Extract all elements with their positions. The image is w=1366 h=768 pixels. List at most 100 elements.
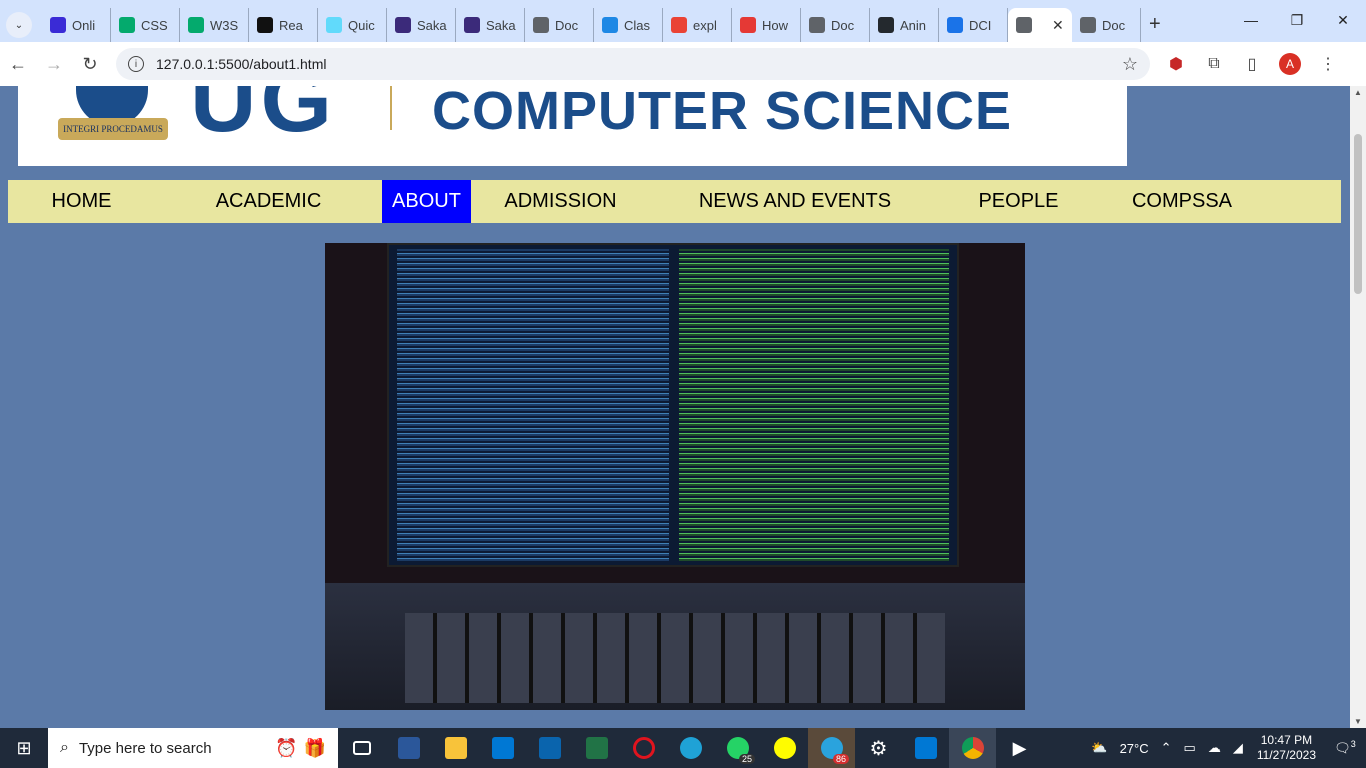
forward-icon[interactable]: → <box>36 54 72 75</box>
tab-title: Quic <box>348 17 375 33</box>
chrome-icon[interactable] <box>949 728 996 768</box>
file-explorer-icon[interactable] <box>432 728 479 768</box>
scroll-up-icon[interactable]: ▲ <box>1350 88 1366 97</box>
url-text[interactable]: 127.0.0.1:5500/about1.html <box>156 56 1122 72</box>
notifications-icon[interactable]: 🗨3 <box>1330 739 1360 756</box>
nav-link-admission[interactable]: ADMISSION <box>494 180 626 223</box>
vscode-icon[interactable] <box>902 728 949 768</box>
address-bar[interactable]: i 127.0.0.1:5500/about1.html ☆ <box>116 48 1150 80</box>
taskbar-search[interactable]: ⌕ Type here to search ⏰ 🎁 <box>48 728 338 768</box>
browser-tab[interactable]: expl <box>663 8 732 42</box>
excel-icon[interactable] <box>573 728 620 768</box>
telegram-icon[interactable]: 86 <box>808 728 855 768</box>
profile-avatar[interactable]: A <box>1279 53 1301 75</box>
temperature[interactable]: 27°C <box>1120 741 1149 756</box>
browser-tab[interactable]: Anin <box>870 8 939 42</box>
crest-icon <box>395 17 411 33</box>
battery-icon[interactable]: ▭ <box>1184 740 1196 756</box>
nav-link-news-and-events[interactable]: NEWS AND EVENTS <box>689 180 901 223</box>
nav-link-compssa[interactable]: COMPSSA <box>1122 180 1242 223</box>
extension-shield-icon[interactable]: ⬢ <box>1164 52 1188 76</box>
nav-slot: COMPSSA <box>1097 180 1267 223</box>
main-nav: HOME ACADEMIC ABOUT ADMISSION NEWS AND EVENT… <box>8 180 1341 223</box>
extensions-puzzle-icon[interactable]: ⧉ <box>1202 52 1226 76</box>
clock-time: 10:47 PM <box>1260 733 1313 747</box>
close-tab-icon[interactable]: ✕ <box>1052 17 1064 34</box>
clock[interactable]: 10:47 PM 11/27/2023 <box>1257 733 1316 763</box>
nav-link-about[interactable]: ABOUT <box>382 180 471 223</box>
tab-title: Doc <box>555 17 579 33</box>
university-crest: INTEGRI PROCEDAMUS <box>58 86 168 144</box>
back-icon[interactable]: ← <box>0 54 36 75</box>
settings-gear-icon[interactable]: ⚙ <box>855 728 902 768</box>
scrollbar-thumb[interactable] <box>1354 134 1362 294</box>
globe-icon <box>1016 17 1032 33</box>
notification-count: 3 <box>1350 739 1356 750</box>
new-tab-button[interactable]: + <box>1149 13 1161 36</box>
nav-link-people[interactable]: PEOPLE <box>968 180 1068 223</box>
profile-wrapper: A <box>1278 52 1302 76</box>
browser-tab[interactable]: ✕ <box>1008 8 1072 42</box>
tab-search-button[interactable]: ⌄ <box>6 12 32 38</box>
reload-icon[interactable]: ↻ <box>72 54 108 75</box>
tab-title: How <box>762 17 789 33</box>
tab-strip: ⌄ Onli CSS W3S Rea Quic Saka Saka Doc Clas expl Ho… <box>0 0 1366 42</box>
snapchat-icon[interactable] <box>761 728 808 768</box>
wifi-icon[interactable]: ◢ <box>1233 740 1243 756</box>
browser-tab[interactable]: Saka <box>387 8 456 42</box>
w3-icon <box>188 17 204 33</box>
media-player-icon[interactable]: ▶ <box>996 728 1043 768</box>
nav-link-home[interactable]: HOME <box>42 180 122 223</box>
nav-slot: HOME <box>8 180 155 223</box>
code-pane-right <box>679 249 949 561</box>
word-icon[interactable] <box>385 728 432 768</box>
browser-tab[interactable]: Doc <box>1072 8 1141 42</box>
mail-icon[interactable] <box>526 728 573 768</box>
site-info-icon[interactable]: i <box>128 56 144 72</box>
header-divider <box>390 86 392 130</box>
browser-tab[interactable]: Doc <box>525 8 594 42</box>
logo-letters: UG <box>190 86 336 151</box>
browser-tab[interactable]: Rea <box>249 8 318 42</box>
weather-icon[interactable]: ⛅ <box>1091 740 1107 756</box>
search-icon: ⌕ <box>60 739 69 756</box>
browser-tab[interactable]: Doc <box>801 8 870 42</box>
opera-icon[interactable] <box>620 728 667 768</box>
browser-tab[interactable]: W3S <box>180 8 249 42</box>
minimize-icon[interactable]: — <box>1228 0 1274 40</box>
pin-icon <box>740 17 756 33</box>
browser-tab[interactable]: DCI <box>939 8 1008 42</box>
tab-title: Rea <box>279 17 303 33</box>
globe-icon <box>533 17 549 33</box>
close-window-icon[interactable]: ✕ <box>1320 0 1366 40</box>
restore-icon[interactable]: ❐ <box>1274 0 1320 40</box>
browser-tab[interactable]: Onli <box>42 8 111 42</box>
bookmark-star-icon[interactable]: ☆ <box>1122 54 1138 75</box>
whatsapp-icon[interactable]: 25 <box>714 728 761 768</box>
browser-tab[interactable]: Clas <box>594 8 663 42</box>
browser-toolbar: ← → ↻ i 127.0.0.1:5500/about1.html ☆ ⬢ ⧉… <box>0 42 1366 86</box>
store-icon[interactable] <box>479 728 526 768</box>
browser-tab[interactable]: Saka <box>456 8 525 42</box>
browser-tab[interactable]: How <box>732 8 801 42</box>
windows-start-icon[interactable]: ⊞ <box>0 728 48 768</box>
tab-title: Onli <box>72 17 96 33</box>
tray-chevron-icon[interactable]: ⌃ <box>1161 740 1172 756</box>
code-pane-left <box>397 249 669 561</box>
tab-title: Saka <box>486 17 516 33</box>
nav-link-academic[interactable]: ACADEMIC <box>206 180 332 223</box>
task-view-icon[interactable] <box>338 728 385 768</box>
nav-slot: ADMISSION <box>471 180 650 223</box>
browser-tab[interactable]: CSS <box>111 8 180 42</box>
onedrive-cloud-icon[interactable]: ☁ <box>1208 740 1221 756</box>
tab-title: Doc <box>831 17 855 33</box>
browser-tab[interactable]: Quic <box>318 8 387 42</box>
side-panel-icon[interactable]: ▯ <box>1240 52 1264 76</box>
page-scrollbar[interactable]: ▲ ▼ <box>1350 86 1366 728</box>
react-icon <box>326 17 342 33</box>
windows-taskbar: ⊞ ⌕ Type here to search ⏰ 🎁 25 86 ⚙ ▶ ⛅ … <box>0 728 1366 768</box>
scroll-down-icon[interactable]: ▼ <box>1350 717 1366 726</box>
edge-icon[interactable] <box>667 728 714 768</box>
taskbar-search-placeholder: Type here to search <box>78 739 212 757</box>
menu-kebab-icon[interactable]: ⋮ <box>1316 52 1340 76</box>
